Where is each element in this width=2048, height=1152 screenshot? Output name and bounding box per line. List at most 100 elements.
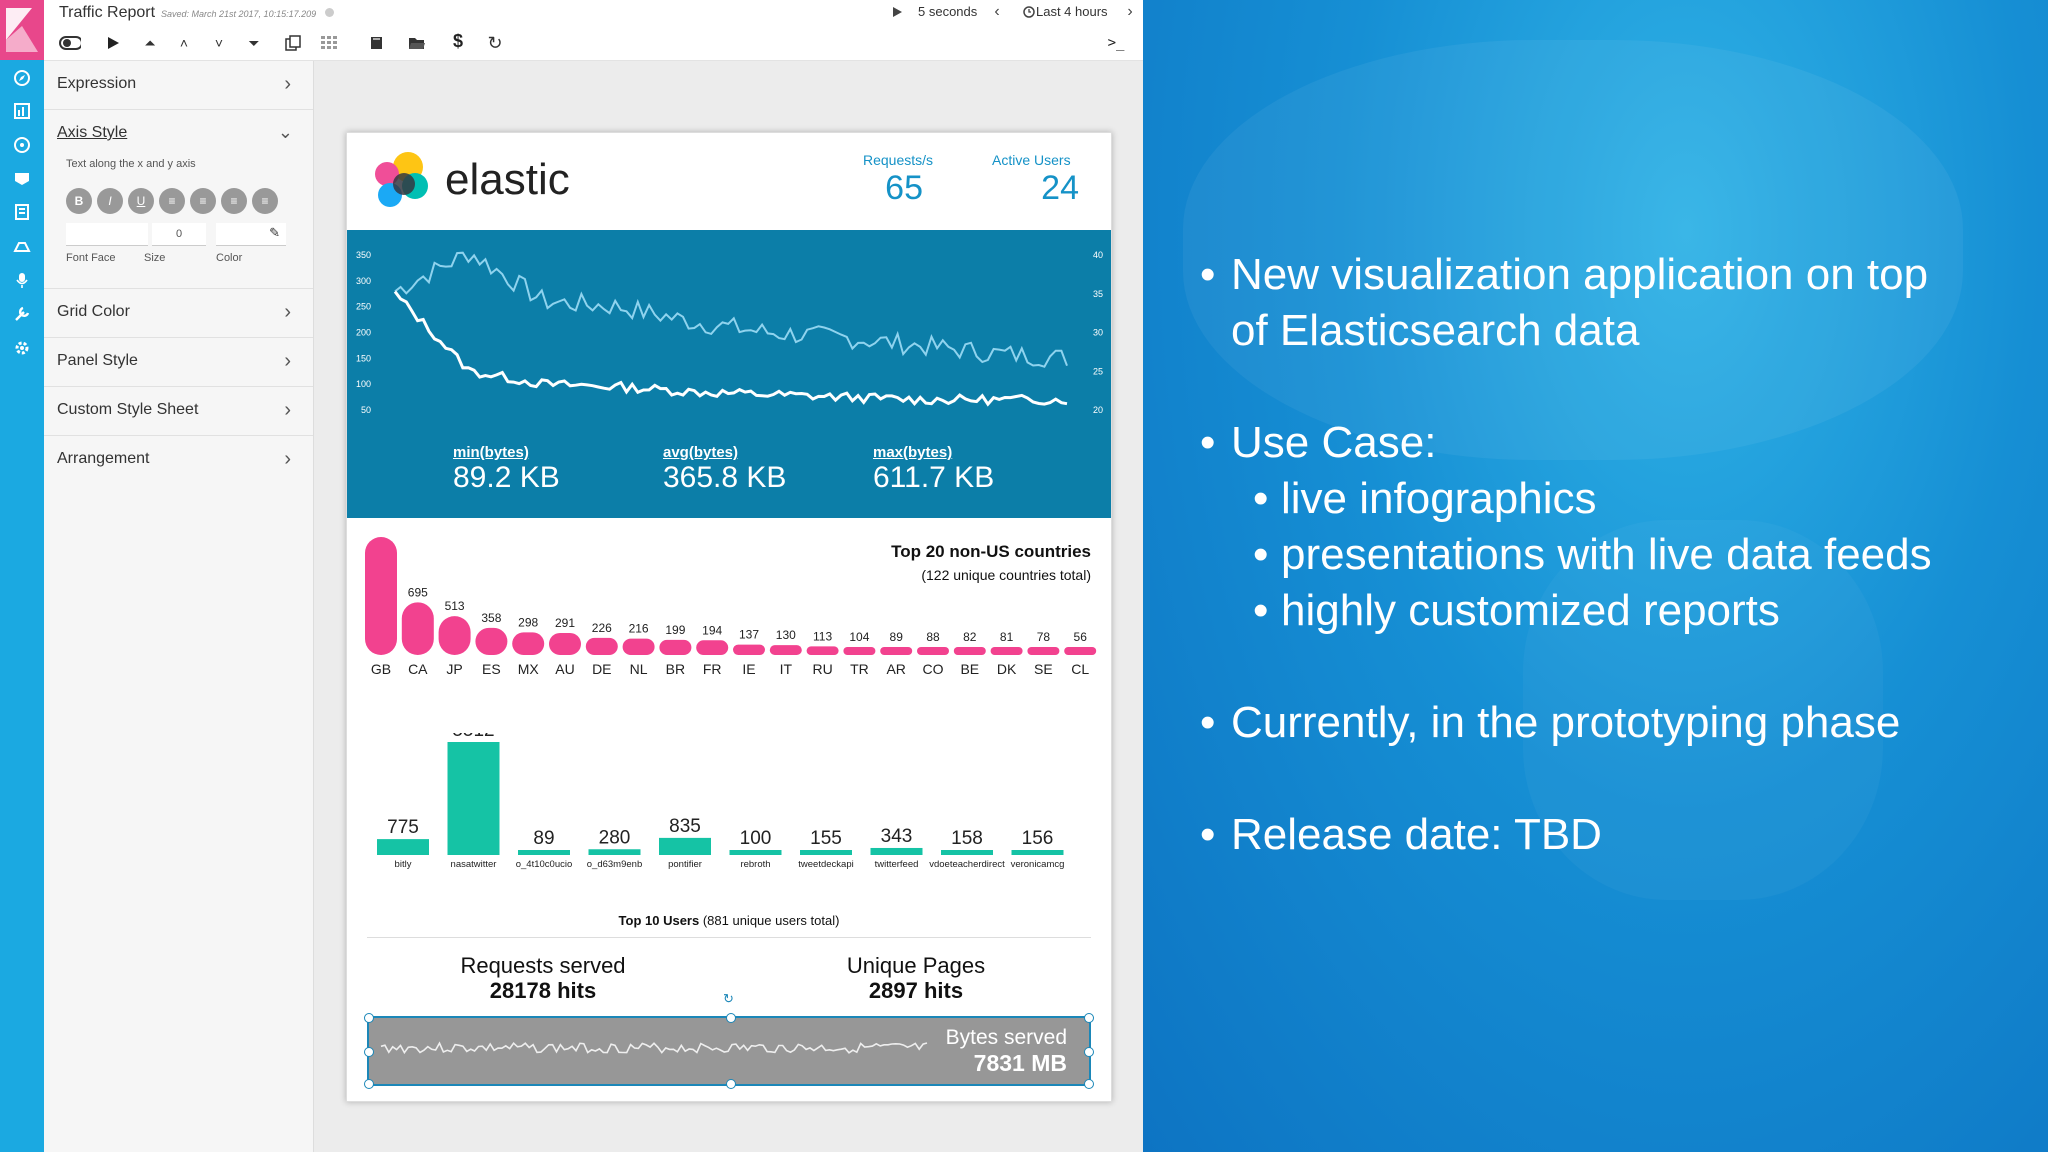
resize-handle[interactable]	[726, 1079, 736, 1089]
requests-value: 28178 hits	[489, 978, 597, 1003]
country-bar	[953, 647, 986, 655]
y-right-tick-label: 35	[1093, 289, 1103, 299]
microphone-icon[interactable]	[12, 270, 32, 290]
chevron-right-icon: ›	[284, 73, 291, 95]
bullet-dot: •	[1200, 250, 1216, 299]
country-bar	[733, 644, 765, 655]
play-refresh-icon[interactable]	[886, 1, 908, 23]
country-value-label: 513	[445, 599, 465, 613]
dashboard-icon[interactable]	[12, 135, 32, 155]
bullet-dot: •	[1200, 418, 1216, 467]
section-custom-css[interactable]: Custom Style Sheet ›	[44, 387, 313, 436]
timelion-icon[interactable]	[12, 168, 32, 188]
country-value-label: 130	[776, 628, 796, 642]
country-value-label: 82	[963, 630, 977, 644]
country-value-label: 194	[702, 623, 722, 637]
y-right-tick-label: 40	[1093, 250, 1103, 260]
dollar-expression-icon[interactable]: $	[447, 30, 469, 52]
sub-bullet-2-text: presentations with live data feeds	[1281, 530, 1932, 579]
refresh-icon[interactable]: ↻	[484, 32, 506, 54]
resize-handle[interactable]	[1084, 1013, 1094, 1023]
resize-handle[interactable]	[1084, 1079, 1094, 1089]
bytes-served-element[interactable]: Bytes served 7831 MB	[367, 1016, 1091, 1086]
country-category-label: CA	[408, 661, 428, 677]
kibana-logo-icon[interactable]	[0, 0, 44, 60]
country-bar	[806, 646, 839, 655]
country-bar	[549, 632, 581, 655]
refresh-interval[interactable]: 5 seconds	[918, 4, 977, 19]
section-panel-style[interactable]: Panel Style ›	[44, 338, 313, 387]
discover-icon[interactable]	[12, 68, 32, 88]
console-icon[interactable]: >_	[1105, 32, 1127, 54]
chevron-right-icon[interactable]: ›	[1119, 1, 1141, 23]
y-right-tick-label: 25	[1093, 366, 1103, 376]
max-value: 611.7 KB	[873, 461, 995, 494]
users-title-rest: (881 unique users total)	[699, 913, 840, 928]
pages-label: Unique Pages	[846, 953, 986, 978]
country-bar	[512, 632, 545, 655]
user-value-label: 100	[740, 828, 772, 849]
color-picker[interactable]: ✎	[216, 223, 286, 246]
user-value-label: 343	[881, 826, 913, 847]
folder-open-icon[interactable]	[406, 32, 428, 54]
bold-button[interactable]: B	[66, 188, 92, 214]
grid-icon[interactable]	[318, 32, 340, 54]
bullet-2-text: Use Case:	[1231, 418, 1437, 467]
dev-tools-icon[interactable]	[12, 304, 32, 324]
y-tick-label: 200	[356, 328, 371, 338]
resize-handle[interactable]	[364, 1013, 374, 1023]
section-expression[interactable]: Expression ›	[44, 61, 313, 110]
time-range[interactable]: Last 4 hours	[1036, 4, 1108, 19]
align-center-button[interactable]: ≡	[190, 188, 216, 214]
resize-handle[interactable]	[364, 1079, 374, 1089]
country-category-label: ES	[482, 661, 501, 677]
move-top-icon[interactable]: ⏶	[139, 32, 161, 54]
sub-bullet-2: • presentations with live data feeds	[1253, 530, 1932, 580]
move-down-icon[interactable]: ˅	[208, 32, 230, 54]
eyedropper-icon: ✎	[269, 225, 280, 240]
duplicate-icon[interactable]	[282, 32, 304, 54]
chevron-left-icon[interactable]: ‹	[986, 1, 1008, 23]
country-value-label: 56	[1074, 630, 1088, 644]
user-bar	[1011, 850, 1064, 855]
move-bottom-icon[interactable]: ⏷	[243, 32, 265, 54]
bullet-dot: •	[1253, 586, 1269, 635]
align-right-button[interactable]: ≡	[221, 188, 247, 214]
user-category-label: vdoeteacherdirect	[929, 859, 1005, 870]
bullet-dot: •	[1253, 530, 1269, 579]
font-face-select[interactable]	[66, 223, 148, 246]
user-bar	[588, 849, 641, 855]
toggle-edit-icon[interactable]	[59, 32, 81, 54]
divider	[367, 937, 1091, 938]
series-line-2	[393, 290, 1068, 407]
chevron-down-icon[interactable]: ⌄	[278, 122, 293, 143]
settings-gear-icon[interactable]	[12, 338, 32, 358]
max-label: max(bytes)	[873, 444, 953, 461]
user-category-label: veronicamcg	[1011, 859, 1065, 870]
resize-handle[interactable]	[364, 1047, 374, 1057]
workpad-book-icon[interactable]	[366, 32, 388, 54]
user-category-label: o_4t10c0ucio	[516, 859, 573, 870]
section-grid-color[interactable]: Grid Color ›	[44, 289, 313, 338]
user-value-label: 5512	[452, 733, 494, 741]
move-up-icon[interactable]: ˄	[173, 32, 195, 54]
country-value-label: 298	[518, 615, 538, 629]
resize-handle[interactable]	[726, 1013, 736, 1023]
color-label: Color	[216, 252, 243, 264]
section-arrangement[interactable]: Arrangement ›	[44, 436, 313, 484]
align-left-button[interactable]: ≡	[159, 188, 185, 214]
resize-handle[interactable]	[1084, 1047, 1094, 1057]
visualize-icon[interactable]	[12, 101, 32, 121]
font-size-input[interactable]: 0	[152, 223, 206, 246]
justify-button[interactable]: ≡	[252, 188, 278, 214]
canvas-icon[interactable]	[12, 202, 32, 222]
machine-learning-icon[interactable]	[12, 236, 32, 256]
country-value-label: 88	[926, 630, 940, 644]
underline-button[interactable]: U	[128, 188, 154, 214]
bullet-4-text: Release date: TBD	[1231, 810, 1602, 859]
rotate-handle-icon[interactable]: ↻	[723, 991, 734, 1007]
italic-button[interactable]: I	[97, 188, 123, 214]
y-right-tick-label: 30	[1093, 328, 1103, 338]
section-axis-style-label[interactable]: Axis Style	[57, 124, 127, 142]
play-presentation-icon[interactable]	[102, 32, 124, 54]
